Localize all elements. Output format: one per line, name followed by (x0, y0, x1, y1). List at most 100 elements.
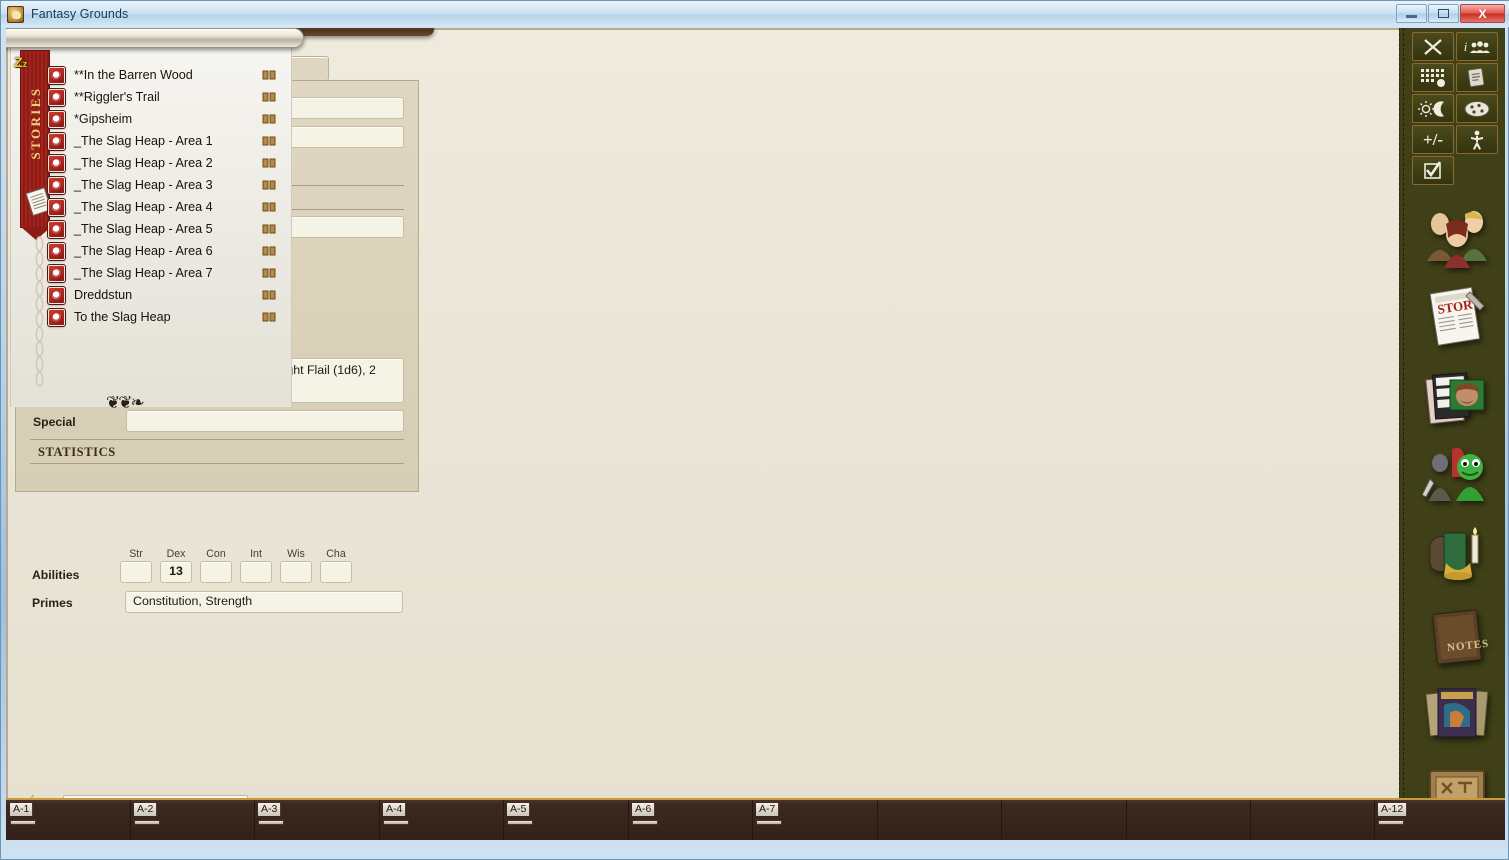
minimize-button[interactable] (1396, 4, 1427, 23)
story-record-icon (48, 287, 65, 304)
close-button[interactable]: X (1460, 4, 1505, 23)
party-group-icon (1470, 41, 1490, 53)
ability-int-field[interactable] (240, 561, 272, 583)
story-record-icon (48, 67, 65, 84)
images-panel-button[interactable] (1422, 366, 1492, 428)
os-window: Fantasy Grounds X Zz (0, 0, 1509, 860)
story-record-icon (48, 221, 65, 238)
combat-tracker-button[interactable] (1412, 32, 1454, 61)
status-asleep-icon: Zz (14, 54, 27, 70)
ability-header-int: Int (240, 548, 272, 560)
token-person-button[interactable] (1456, 125, 1498, 154)
section-statistics: STATISTICS (38, 445, 116, 460)
book-icon[interactable] (262, 92, 276, 102)
story-list-item[interactable]: **In the Barren Wood (48, 64, 282, 86)
combat-tracker-icon (1422, 37, 1444, 57)
story-record-icon (48, 155, 65, 172)
scroll-rod-top[interactable] (6, 28, 304, 48)
app-title: Fantasy Grounds (31, 7, 128, 21)
items-panel-icon (1422, 523, 1492, 585)
story-list-item[interactable]: _The Slag Heap - Area 3 (48, 174, 282, 196)
story-list-item[interactable]: _The Slag Heap - Area 7 (48, 262, 282, 284)
token-person-icon (1469, 130, 1485, 150)
story-panel-icon: STORY (1422, 286, 1492, 348)
book-icon[interactable] (262, 312, 276, 322)
taskbar-slot-a2[interactable]: A-2 (134, 803, 157, 816)
npcs-panel-button[interactable] (1422, 443, 1492, 505)
taskbar-slot-a3[interactable]: A-3 (258, 803, 281, 816)
primes-field[interactable]: Constitution, Strength (125, 591, 403, 613)
ability-str-field[interactable] (120, 561, 152, 583)
scroll-flourish-icon: ❦❦❧ (106, 393, 143, 413)
taskbar-slot-a7[interactable]: A-7 (756, 803, 779, 816)
ability-cha-field[interactable] (320, 561, 352, 583)
characters-panel-button[interactable] (1422, 206, 1492, 268)
story-list-item[interactable]: _The Slag Heap - Area 5 (48, 218, 282, 240)
grid-button[interactable] (1412, 63, 1454, 92)
images-panel-icon (1422, 366, 1492, 428)
grid-icon (1420, 68, 1446, 88)
checkbox-icon (1423, 161, 1443, 180)
fantasy-grounds-logo-icon (7, 6, 24, 23)
maximize-icon (1438, 9, 1449, 18)
window-titlebar[interactable]: Fantasy Grounds X (1, 1, 1509, 27)
notes-pad-icon (1466, 67, 1488, 88)
scroll-chain-icon (35, 236, 44, 388)
dice-tray-button[interactable] (1456, 94, 1498, 123)
book-icon[interactable] (262, 290, 276, 300)
story-record-icon (48, 265, 65, 282)
book-icon[interactable] (262, 136, 276, 146)
story-record-icon (48, 309, 65, 326)
story-record-icon (48, 199, 65, 216)
ability-wis-field[interactable] (280, 561, 312, 583)
book-icon[interactable] (262, 114, 276, 124)
modifier-toggle-button[interactable]: +/- (1412, 125, 1454, 154)
story-list-item[interactable]: **Riggler's Trail (48, 86, 282, 108)
book-icon[interactable] (262, 202, 276, 212)
field-label-primes: Primes (32, 596, 73, 610)
story-list-item[interactable]: _The Slag Heap - Area 6 (48, 240, 282, 262)
maximize-button[interactable] (1428, 4, 1459, 23)
story-list-item[interactable]: _The Slag Heap - Area 2 (48, 152, 282, 174)
story-list-item[interactable]: *Gipsheim (48, 108, 282, 130)
modules-panel-button[interactable] (1422, 683, 1492, 745)
story-record-icon (48, 89, 65, 106)
ability-header-cha: Cha (320, 548, 352, 560)
window-controls: X (1396, 4, 1505, 23)
field-label-abilities: Abilities (32, 568, 79, 582)
day-night-button[interactable] (1412, 94, 1454, 123)
story-list-item[interactable]: Dreddstun (48, 284, 282, 306)
ability-dex-field[interactable]: 13 (160, 561, 192, 583)
taskbar: A-1 A-2 A-3 A-4 A-5 A-6 A-7 A-12 (6, 798, 1505, 840)
book-icon[interactable] (262, 158, 276, 168)
book-icon[interactable] (262, 70, 276, 80)
story-record-icon (48, 177, 65, 194)
ability-header-wis: Wis (280, 548, 312, 560)
notes-panel-button[interactable]: NOTES (1422, 606, 1492, 668)
story-list-item[interactable]: _The Slag Heap - Area 4 (48, 196, 282, 218)
story-list-item[interactable]: _The Slag Heap - Area 1 (48, 130, 282, 152)
day-night-icon (1418, 100, 1448, 118)
party-info-button[interactable]: i (1456, 32, 1498, 61)
taskbar-slot-a4[interactable]: A-4 (383, 803, 406, 816)
ability-con-field[interactable] (200, 561, 232, 583)
story-panel-button[interactable]: STORY (1422, 286, 1492, 348)
divider (30, 439, 404, 440)
book-icon[interactable] (262, 268, 276, 278)
book-icon[interactable] (262, 180, 276, 190)
taskbar-slot-a12[interactable]: A-12 (1378, 803, 1407, 816)
story-list-item[interactable]: To the Slag Heap (48, 306, 282, 328)
taskbar-slot-a5[interactable]: A-5 (507, 803, 530, 816)
taskbar-slot-a6[interactable]: A-6 (632, 803, 655, 816)
items-panel-button[interactable] (1422, 523, 1492, 585)
story-record-icon (48, 243, 65, 260)
book-icon[interactable] (262, 224, 276, 234)
notes-pad-button[interactable] (1456, 63, 1498, 92)
special-field[interactable] (126, 410, 404, 432)
book-icon[interactable] (262, 246, 276, 256)
npcs-panel-icon (1422, 443, 1492, 505)
checkbox-button[interactable] (1412, 156, 1454, 185)
taskbar-slot-a1[interactable]: A-1 (10, 803, 33, 816)
notes-panel-icon: NOTES (1422, 606, 1492, 668)
minimize-icon (1406, 15, 1417, 18)
